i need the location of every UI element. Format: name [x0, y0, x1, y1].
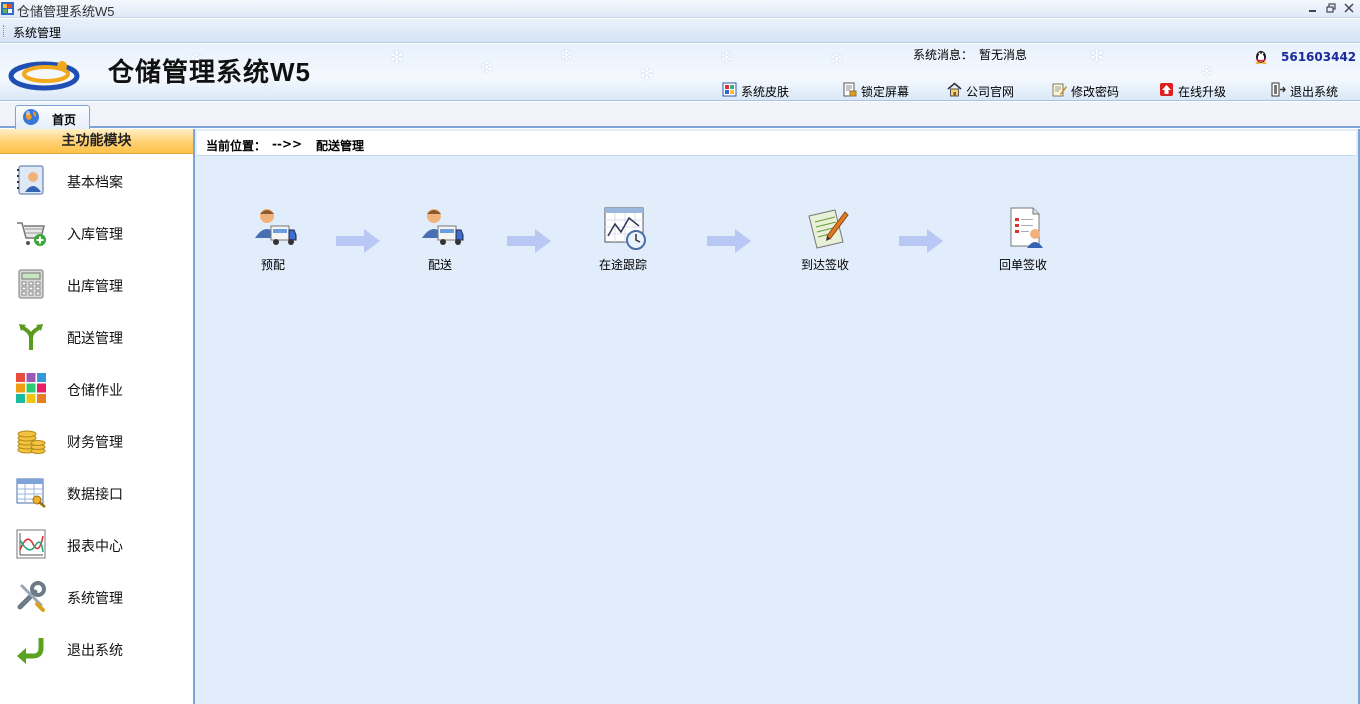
sidebar-item-inbound[interactable]: 入库管理 [0, 212, 193, 252]
tab-home[interactable]: 首页 [15, 105, 90, 129]
sidebar-item-label: 财务管理 [67, 435, 123, 451]
menu-system-management[interactable]: 系统管理 [13, 24, 61, 41]
sidebar-item-outbound[interactable]: 出库管理 [0, 264, 193, 304]
fork-arrow-icon [19, 324, 43, 350]
qq-number: 561603442 [1281, 50, 1357, 64]
sidebar-item-exit[interactable]: 退出系统 [0, 628, 193, 668]
sidebar-item-label: 基本档案 [67, 175, 123, 191]
sidebar-item-delivery[interactable]: 配送管理 [0, 316, 193, 356]
window-titlebar: 仓储管理系统W5 [0, 0, 1360, 19]
flow-arrow-icon [507, 229, 551, 253]
user-truck-icon [255, 209, 297, 245]
home-globe-icon [23, 109, 39, 125]
flow-step-label: 回单签收 [998, 258, 1047, 272]
sidebar-item-label: 配送管理 [67, 331, 123, 347]
document-user-icon [1010, 207, 1043, 248]
breadcrumb-location: 配送管理 [316, 139, 365, 153]
coins-icon [17, 430, 46, 454]
system-message-label: 系统消息： [913, 48, 974, 62]
sidebar-item-label: 入库管理 [67, 227, 123, 243]
flow-arrow-icon [899, 229, 943, 253]
sidebar-item-label: 仓储作业 [67, 383, 123, 399]
exit-system-label: 退出系统 [1290, 85, 1339, 99]
app-window-icon [1, 2, 14, 15]
close-icon[interactable] [1344, 3, 1354, 13]
sidebar: 主功能模块 基本档案 入库管理 出库管理 配送管理 仓储作业 财务管理 数据接口… [0, 129, 195, 704]
flow-step-label: 配送 [427, 258, 452, 272]
return-arrow-icon [17, 638, 44, 664]
sidebar-item-label: 报表中心 [67, 539, 123, 555]
company-site-label: 公司官网 [966, 85, 1015, 99]
sidebar-item-warehouse-ops[interactable]: 仓储作业 [0, 368, 193, 408]
flow-step-label: 在途跟踪 [598, 258, 647, 272]
restore-icon[interactable] [1326, 3, 1336, 13]
flow-step-in-transit-tracking[interactable]: 在途跟踪 [583, 206, 663, 276]
flow-arrow-icon [336, 229, 380, 253]
edit-password-icon [1052, 83, 1067, 97]
sidebar-item-finance[interactable]: 财务管理 [0, 420, 193, 460]
main-panel: 当前位置： -->> 配送管理 预配 配送 在途跟踪 到达签收 回单签收 [195, 129, 1360, 704]
flow-step-label: 预配 [260, 258, 285, 272]
online-upgrade-label: 在线升级 [1178, 85, 1227, 99]
sidebar-item-label: 系统管理 [67, 591, 123, 607]
sidebar-item-label: 数据接口 [67, 487, 123, 503]
notepad-pen-icon [808, 209, 849, 249]
breadcrumb: 当前位置： -->> 配送管理 [197, 131, 1356, 156]
window-title: 仓储管理系统W5 [17, 4, 115, 19]
app-title: 仓储管理系统W5 [108, 57, 312, 87]
sidebar-item-basic-archive[interactable]: 基本档案 [0, 160, 193, 200]
table-key-icon [16, 478, 46, 508]
breadcrumb-arrow: -->> [272, 137, 303, 151]
sidebar-title: 主功能模块 [0, 129, 193, 154]
cart-add-icon [17, 222, 46, 246]
menu-bar: 系统管理 [0, 19, 1360, 43]
flow-step-arrival-signoff[interactable]: 到达签收 [785, 206, 865, 276]
flow-step-delivery[interactable]: 配送 [400, 206, 480, 276]
chart-clock-icon [604, 207, 646, 250]
sidebar-item-label: 退出系统 [67, 643, 123, 659]
lock-screen-icon [843, 82, 857, 97]
skin-icon [722, 82, 737, 97]
sidebar-item-label: 出库管理 [67, 279, 123, 295]
flow-step-receipt-signoff[interactable]: 回单签收 [983, 206, 1063, 276]
flow-step-label: 到达签收 [800, 258, 849, 272]
user-truck-icon [422, 209, 464, 245]
minimize-icon[interactable] [1308, 3, 1318, 13]
home-icon [947, 82, 962, 97]
chart-report-icon [16, 529, 46, 559]
tab-strip: 首页 [0, 102, 1360, 129]
qq-penguin-icon [1255, 51, 1267, 64]
calculator-icon [18, 269, 44, 299]
flow-step-pre-allocate[interactable]: 预配 [233, 206, 313, 276]
system-message: 系统消息： 暂无消息 [913, 46, 1027, 63]
upgrade-icon [1160, 83, 1173, 96]
system-message-value: 暂无消息 [979, 48, 1028, 62]
tab-home-label: 首页 [52, 113, 77, 127]
exit-icon [1271, 82, 1286, 97]
breadcrumb-label: 当前位置： [206, 139, 267, 153]
profile-book-icon [17, 165, 44, 195]
sidebar-item-report-center[interactable]: 报表中心 [0, 524, 193, 564]
lock-screen-label: 锁定屏幕 [861, 85, 910, 99]
flow-arrow-icon [707, 229, 751, 253]
header-banner: ❄ ❄ ✻ ❄ ❄ ✻ ❄ ❄ ✻ ❄ 仓储管理系统W5 系统消息： 暂无消息 5… [0, 44, 1360, 101]
sidebar-item-data-interface[interactable]: 数据接口 [0, 472, 193, 512]
company-logo [8, 61, 80, 91]
sidebar-item-system-management[interactable]: 系统管理 [0, 576, 193, 616]
grid-blocks-icon [16, 373, 46, 403]
change-password-label: 修改密码 [1071, 85, 1120, 99]
menu-grip [3, 25, 5, 37]
skin-label: 系统皮肤 [741, 85, 790, 99]
tools-icon [17, 581, 46, 612]
